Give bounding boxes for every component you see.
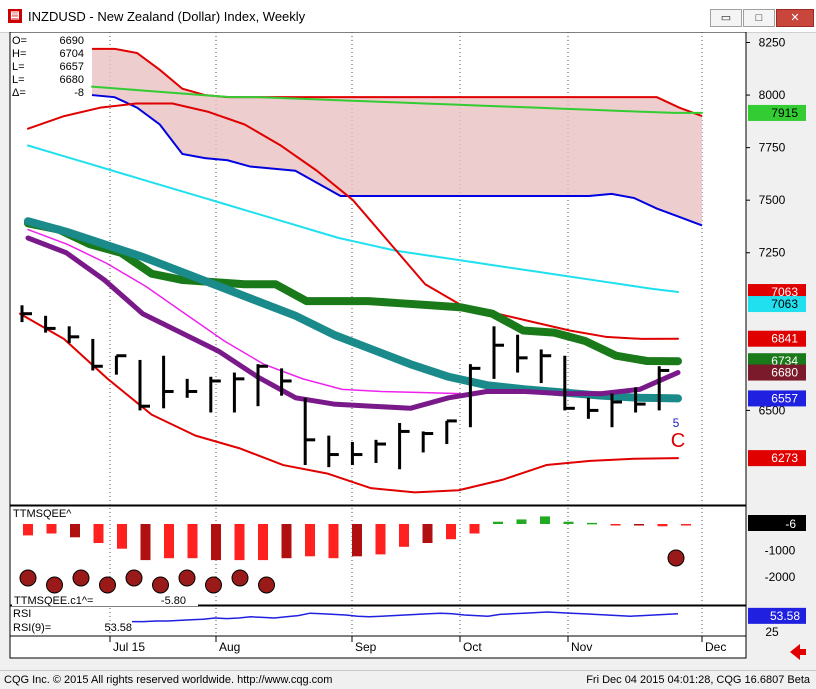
ttm-bar: [540, 516, 550, 524]
ttm-bar: [305, 524, 315, 557]
rsi-sub-value: 53.58: [104, 622, 132, 634]
ttm-bar: [681, 524, 691, 526]
ttm-sub-value: -5.80: [161, 595, 186, 607]
ttm-bar: [587, 522, 597, 525]
ttm-bar: [46, 524, 57, 534]
price-label-text: 6273: [771, 451, 798, 465]
scroll-left-icon: [790, 644, 806, 660]
ttm-sub-label: TTMSQEE.c1^=: [14, 595, 93, 607]
ttm-title: TTMSQEE^: [13, 508, 72, 520]
ttm-bar: [164, 524, 174, 559]
ttm-bar: [516, 519, 527, 524]
ttm-dot: [231, 569, 249, 587]
ttm-bar: [187, 524, 198, 559]
price-label-text: 7915: [771, 106, 798, 120]
ttm-dot: [667, 549, 685, 567]
ttm-bar: [93, 524, 104, 543]
ttm-dot: [258, 576, 275, 594]
price-label-text: 7063: [771, 297, 798, 311]
x-tick-label: Jul 15: [113, 640, 145, 654]
ttm-bar: [140, 524, 151, 561]
rsi-value-text: 53.58: [770, 609, 800, 623]
ohlc-value: 6680: [60, 74, 84, 86]
title-bar: ▤ INZDUSD - New Zealand (Dollar) Index, …: [0, 0, 816, 33]
x-tick-label: Dec: [705, 640, 726, 654]
close-button[interactable]: ✕: [776, 9, 814, 27]
y-tick-label: 7250: [759, 246, 786, 260]
ttm-bar: [493, 521, 503, 524]
ttm-dot: [19, 569, 37, 587]
ttm-dot: [152, 576, 169, 594]
ohlc-value: 6704: [60, 48, 84, 60]
x-tick-label: Aug: [219, 640, 240, 654]
annotation-count: 5: [673, 416, 680, 430]
ttm-panel: [9, 505, 747, 606]
ttm-tick-label: -1000: [765, 544, 796, 558]
chart-area[interactable]: 8250 8000 7750 7500 7250 6500 7915 7063 7063 6841…: [0, 32, 816, 668]
ttm-bar: [211, 524, 221, 561]
ttm-bar: [234, 524, 245, 561]
maximize-button[interactable]: □: [743, 9, 775, 27]
price-label-text: 6680: [771, 366, 798, 380]
rsi-sub-label: RSI(9)=: [13, 622, 51, 634]
ttm-bar: [634, 524, 644, 526]
ttm-value-box: [748, 515, 806, 531]
ttm-bar: [328, 524, 339, 559]
x-tick-label: Oct: [463, 640, 482, 654]
ttm-dot: [205, 576, 222, 594]
window-title: INZDUSD - New Zealand (Dollar) Index, We…: [28, 9, 306, 24]
ohlc-value: 6690: [60, 35, 84, 47]
ttm-bar: [117, 524, 127, 549]
ttm-tick-label: -2000: [765, 570, 796, 584]
ttm-value-text: -6: [785, 517, 796, 531]
ttm-bar: [375, 524, 386, 555]
ttm-bar: [657, 524, 668, 527]
price-label-text: 6841: [771, 332, 798, 346]
status-bar: CQG Inc. © 2015 All rights reserved worl…: [0, 670, 816, 689]
ohlc-value: 6657: [60, 61, 84, 73]
y-tick-label: 7500: [759, 193, 786, 207]
ttm-bar: [258, 524, 268, 561]
ttm-bar: [352, 524, 362, 557]
ttm-bar: [610, 524, 621, 526]
ttm-dot: [99, 576, 116, 594]
ttm-bar: [422, 524, 433, 543]
ohlc-label: L=: [12, 61, 25, 73]
rsi-title: RSI: [13, 608, 31, 620]
ttm-bar: [399, 524, 409, 547]
ohlc-value: -8: [74, 87, 84, 99]
ttm-dot: [72, 569, 90, 587]
y-tick-label: 8000: [759, 88, 786, 102]
ohlc-label: O=: [12, 35, 27, 47]
ttm-bar: [23, 524, 33, 536]
timestamp-text: Fri Dec 04 2015 04:01:28, CQG 16.6807 Be…: [586, 674, 810, 686]
price-label-text: 6557: [771, 391, 798, 405]
ttm-bar: [563, 521, 574, 524]
ttm-bar: [281, 524, 292, 559]
ttm-dot: [125, 569, 143, 587]
x-tick-label: Nov: [571, 640, 592, 654]
y-tick-label: 7750: [759, 141, 786, 155]
ohlc-label: H=: [12, 48, 26, 60]
minimize-button[interactable]: ▭: [710, 9, 742, 27]
annotation-letter: C: [671, 430, 685, 452]
ttm-dot: [178, 569, 196, 587]
copyright-text: CQG Inc. © 2015 All rights reserved worl…: [4, 674, 333, 686]
ttm-dot: [46, 576, 63, 594]
ttm-bar: [446, 524, 456, 540]
ttm-bar: [469, 524, 480, 534]
ttm-bar: [70, 524, 80, 538]
y-tick-label: 8250: [759, 36, 786, 50]
ohlc-label: L=: [12, 74, 25, 86]
rsi-tick-label: 25: [765, 625, 779, 639]
x-tick-label: Sep: [355, 640, 377, 654]
ohlc-label: Δ=: [12, 87, 26, 99]
app-icon: ▤: [8, 9, 22, 23]
chart-svg[interactable]: 8250800077507500725065007915706370636841…: [0, 32, 816, 668]
